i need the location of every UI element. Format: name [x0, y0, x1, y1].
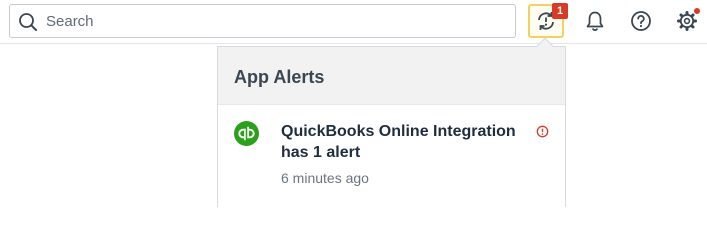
app-alerts-panel: App Alerts QuickBooks Online Integration…: [217, 46, 566, 207]
alert-item[interactable]: QuickBooks Online Integration has 1 aler…: [218, 106, 565, 206]
alert-timestamp: 6 minutes ago: [281, 170, 369, 186]
settings-notification-dot: [694, 8, 700, 14]
panel-title: App Alerts: [234, 67, 325, 87]
alert-count-badge: 1: [552, 3, 568, 19]
warning-circle-icon: [536, 125, 549, 138]
search-icon: [19, 13, 37, 31]
help-circle-icon: [631, 11, 651, 31]
top-bar: 1: [0, 0, 707, 44]
sync-alerts-button[interactable]: 1: [528, 3, 568, 38]
help-button[interactable]: [623, 4, 659, 38]
search-input[interactable]: [46, 6, 506, 36]
bell-icon: [586, 11, 604, 31]
search-box[interactable]: [9, 4, 516, 38]
alert-title[interactable]: QuickBooks Online Integration has 1 aler…: [281, 121, 543, 163]
panel-header: App Alerts: [218, 47, 565, 105]
settings-button[interactable]: [669, 4, 705, 38]
quickbooks-logo-icon: [234, 121, 259, 146]
notifications-button[interactable]: [577, 4, 613, 38]
